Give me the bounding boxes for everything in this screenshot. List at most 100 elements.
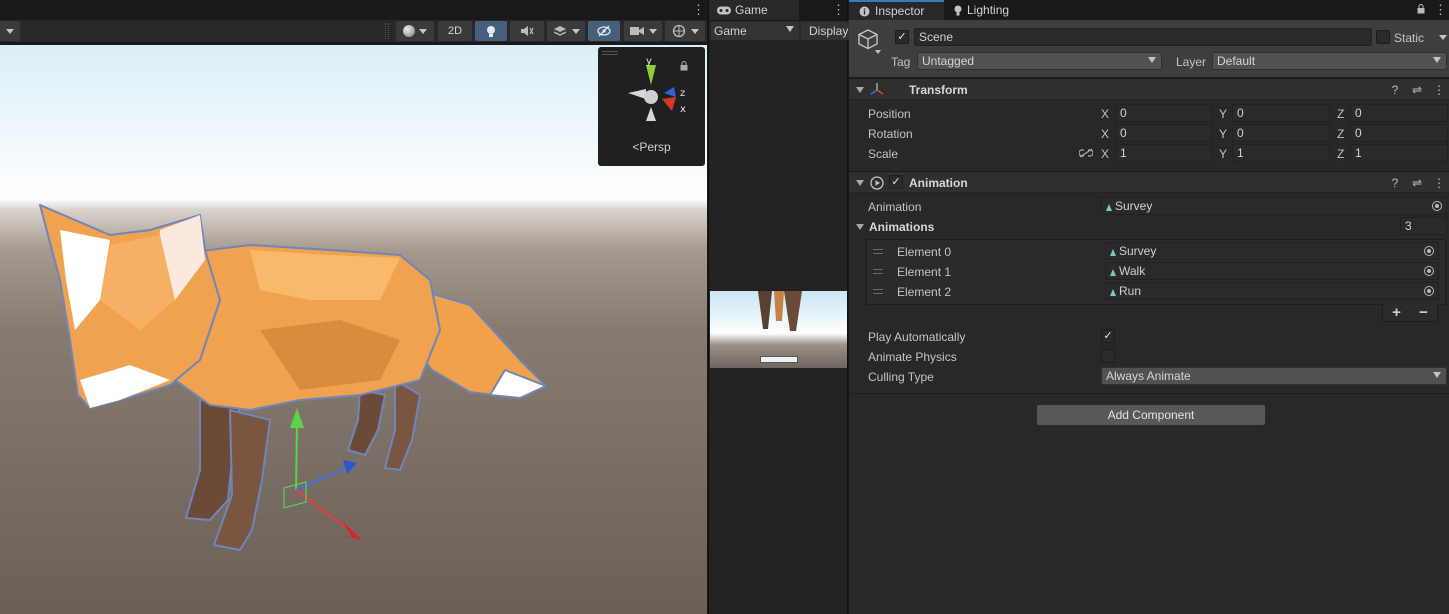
cube-icon[interactable] <box>857 28 879 50</box>
transform-icon <box>870 83 884 95</box>
help-icon[interactable]: ? <box>1389 83 1401 97</box>
lightbulb-icon <box>954 5 962 15</box>
animations-label[interactable]: Animations <box>869 220 934 234</box>
object-active-checkbox[interactable]: ✓ <box>895 30 909 44</box>
shading-mode-button[interactable] <box>396 21 434 41</box>
position-x-label[interactable]: X <box>1101 107 1109 121</box>
rotation-y-label[interactable]: Y <box>1219 127 1227 141</box>
component-more-icon[interactable]: ⋮ <box>1433 176 1445 190</box>
add-component-button[interactable]: Add Component <box>1036 404 1266 426</box>
tool-dropdown[interactable] <box>0 21 20 41</box>
rotation-x-label[interactable]: X <box>1101 127 1109 141</box>
element-0-field[interactable]: Survey <box>1105 242 1439 260</box>
chevron-down-icon <box>1148 57 1156 63</box>
rotation-z-label[interactable]: Z <box>1337 127 1344 141</box>
animation-clip-field[interactable]: Survey <box>1101 197 1447 215</box>
element-1-field[interactable]: Walk <box>1105 262 1439 280</box>
axis-gizmo-icon[interactable]: y z x <box>616 57 696 129</box>
remove-element-button[interactable]: − <box>1419 304 1428 321</box>
object-picker-icon[interactable] <box>1424 286 1434 296</box>
position-y-field[interactable]: 0 <box>1232 104 1330 122</box>
chevron-down-icon[interactable] <box>1439 35 1447 40</box>
camera-button[interactable] <box>624 21 662 41</box>
game-viewport[interactable] <box>709 40 847 614</box>
presets-icon[interactable]: ⇌ <box>1411 176 1423 190</box>
effects-button[interactable] <box>547 21 585 41</box>
tab-lighting[interactable]: Lighting <box>944 0 1034 20</box>
collapse-icon[interactable] <box>856 180 864 186</box>
element-0-label: Element 0 <box>897 245 952 259</box>
drag-handle-icon[interactable] <box>873 289 883 294</box>
scale-y-field[interactable]: 1 <box>1232 144 1330 162</box>
scale-x-field[interactable]: 1 <box>1115 144 1213 162</box>
transform-header[interactable]: Transform ? ⇌ ⋮ <box>849 78 1449 100</box>
toggle-2d-button[interactable]: 2D <box>438 21 472 41</box>
animate-physics-checkbox[interactable] <box>1101 349 1115 363</box>
scene-visibility-button[interactable] <box>588 21 620 41</box>
rotation-z-field[interactable]: 0 <box>1350 124 1448 142</box>
transform-gizmo[interactable] <box>283 408 362 540</box>
scale-x-label[interactable]: X <box>1101 147 1109 161</box>
object-name-field[interactable]: Scene <box>914 28 1372 46</box>
scale-z-label[interactable]: Z <box>1337 147 1344 161</box>
object-picker-icon[interactable] <box>1432 201 1442 211</box>
game-view: Game ⋮ Game Display <box>708 0 849 614</box>
scale-y-label[interactable]: Y <box>1219 147 1227 161</box>
scene-more-icon[interactable]: ⋮ <box>692 3 705 16</box>
position-z-field[interactable]: 0 <box>1350 104 1448 122</box>
scale-z-field[interactable]: 1 <box>1350 144 1448 162</box>
tag-dropdown[interactable]: Untagged <box>917 52 1162 70</box>
projection-toggle[interactable]: <Persp <box>598 140 705 154</box>
layer-dropdown[interactable]: Default <box>1212 52 1447 70</box>
animation-header-icons: ? ⇌ ⋮ <box>1389 176 1445 190</box>
presets-icon[interactable]: ⇌ <box>1411 83 1423 97</box>
help-icon[interactable]: ? <box>1389 176 1401 190</box>
eye-hidden-icon <box>597 25 611 37</box>
game-view-dropdown[interactable]: Game <box>711 22 799 40</box>
add-element-button[interactable]: + <box>1392 304 1401 321</box>
static-checkbox[interactable] <box>1376 30 1390 44</box>
animation-header[interactable]: ✓ Animation ? ⇌ ⋮ <box>849 171 1449 193</box>
tab-game[interactable]: Game <box>709 0 799 20</box>
constrain-proportions-icon[interactable] <box>1079 148 1093 158</box>
chevron-down-icon <box>6 28 14 34</box>
element-1-label: Element 1 <box>897 265 952 279</box>
culling-type-dropdown[interactable]: Always Animate <box>1101 367 1447 385</box>
drag-handle[interactable] <box>602 51 618 55</box>
lighting-toggle-button[interactable] <box>475 21 507 41</box>
object-picker-icon[interactable] <box>1424 246 1434 256</box>
chevron-down-icon <box>648 28 657 34</box>
lock-icon[interactable] <box>1417 4 1425 14</box>
position-x-field[interactable]: 0 <box>1115 104 1213 122</box>
shading-sphere-icon <box>403 25 415 37</box>
audio-toggle-button[interactable] <box>510 21 544 41</box>
animation-enabled-checkbox[interactable]: ✓ <box>889 175 903 189</box>
tab-game-label: Game <box>735 3 768 17</box>
collapse-icon[interactable] <box>856 87 864 93</box>
component-more-icon[interactable]: ⋮ <box>1433 83 1445 97</box>
unity-editor: ⋮ 2D y z x <Persp Game ⋮ Game Display In… <box>0 0 1449 614</box>
chevron-down-icon[interactable] <box>875 50 881 54</box>
animations-foldout-icon[interactable] <box>856 224 864 230</box>
change-mode-button[interactable] <box>760 356 798 363</box>
animations-count-field[interactable]: 3 <box>1400 217 1447 235</box>
tab-inspector[interactable]: Inspector <box>849 0 944 20</box>
rotation-y-field[interactable]: 0 <box>1232 124 1330 142</box>
game-view-dropdown-label: Game <box>714 24 747 38</box>
display-dropdown[interactable]: Display <box>801 22 849 40</box>
play-automatically-checkbox[interactable]: ✓ <box>1101 329 1115 343</box>
drag-handle-icon[interactable] <box>873 249 883 254</box>
transform-header-icons: ? ⇌ ⋮ <box>1389 83 1445 97</box>
rotation-x-field[interactable]: 0 <box>1115 124 1213 142</box>
position-z-label[interactable]: Z <box>1337 107 1344 121</box>
object-picker-icon[interactable] <box>1424 266 1434 276</box>
tab-inspector-label: Inspector <box>875 4 925 18</box>
gizmos-button[interactable] <box>665 21 705 41</box>
inspector-more-icon[interactable]: ⋮ <box>1434 3 1447 16</box>
axis-z-label: z <box>680 88 685 99</box>
orientation-gizmo[interactable]: y z x <Persp <box>598 47 705 166</box>
element-2-field[interactable]: Run <box>1105 282 1439 300</box>
position-y-label[interactable]: Y <box>1219 107 1227 121</box>
game-more-icon[interactable]: ⋮ <box>832 3 845 16</box>
drag-handle-icon[interactable] <box>873 269 883 274</box>
